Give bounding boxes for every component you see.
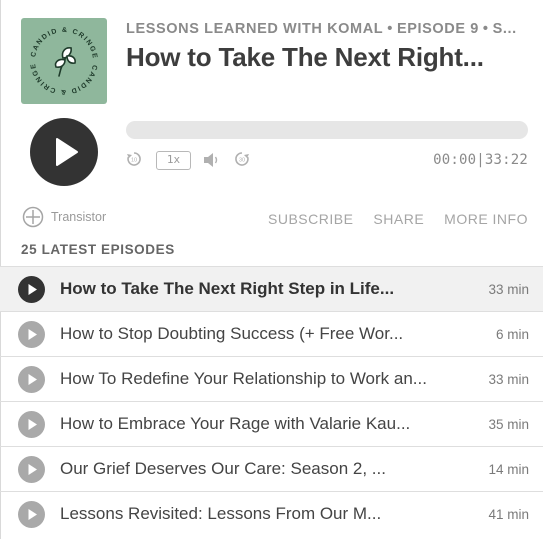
- play-button[interactable]: [30, 118, 98, 186]
- episode-play-button[interactable]: [18, 276, 45, 303]
- episode-title: How to Take The Next Right...: [126, 42, 484, 72]
- show-name: LESSONS LEARNED WITH KOMAL: [126, 21, 384, 37]
- episode-play-button[interactable]: [18, 321, 45, 348]
- episode-number: EPISODE 9: [396, 21, 479, 37]
- episode-row[interactable]: How To Redefine Your Relationship to Wor…: [0, 356, 543, 401]
- episode-title: How to Embrace Your Rage with Valarie Ka…: [60, 414, 411, 433]
- episode-row[interactable]: How to Take The Next Right Step in Life.…: [0, 266, 543, 311]
- podcast-artwork: CANDID & CRINGE CANDID & CRINGE: [21, 18, 107, 104]
- transistor-logo-icon: [22, 206, 44, 228]
- meta-separator: •: [387, 21, 393, 37]
- more-info-link[interactable]: MORE INFO: [444, 211, 528, 227]
- svg-text:10: 10: [131, 158, 137, 164]
- episode-play-button[interactable]: [18, 366, 45, 393]
- episode-duration: 6 min: [495, 327, 529, 342]
- meta-separator-2: •: [482, 21, 489, 37]
- episode-title: How To Redefine Your Relationship to Wor…: [60, 369, 427, 388]
- episode-duration: 33 min: [488, 372, 529, 387]
- svg-text:30: 30: [239, 158, 245, 164]
- transistor-brand[interactable]: Transistor: [22, 206, 106, 228]
- play-icon: [56, 138, 78, 166]
- episode-duration: 14 min: [488, 462, 529, 477]
- svg-text:CANDID & CRINGE: CANDID & CRINGE: [30, 62, 98, 95]
- leaf-icon: [54, 47, 76, 77]
- episode-meta: LESSONS LEARNED WITH KOMAL • EPISODE 9 • S..…: [126, 21, 531, 37]
- episode-title: How to Stop Doubting Success (+ Free Wor…: [60, 324, 404, 343]
- play-icon: [28, 284, 37, 295]
- share-link[interactable]: SHARE: [373, 211, 424, 227]
- play-icon: [28, 374, 37, 385]
- podcast-player: CANDID & CRINGE CANDID & CRINGE LESSONS …: [0, 0, 543, 539]
- forward-30-icon[interactable]: 30: [233, 150, 251, 173]
- subscribe-link[interactable]: SUBSCRIBE: [268, 211, 353, 227]
- time-display: 00:00|33:22: [433, 152, 528, 168]
- episode-duration: 35 min: [488, 417, 529, 432]
- episode-play-button[interactable]: [18, 456, 45, 483]
- episode-play-button[interactable]: [18, 501, 45, 528]
- play-icon: [28, 329, 37, 340]
- episode-row[interactable]: How to Stop Doubting Success (+ Free Wor…: [0, 311, 543, 356]
- episode-duration: 41 min: [488, 507, 529, 522]
- episode-title: Our Grief Deserves Our Care: Season 2, .…: [60, 459, 386, 478]
- play-icon: [28, 509, 37, 520]
- play-icon: [28, 464, 37, 475]
- rewind-10-icon[interactable]: 10: [125, 150, 143, 173]
- episode-title: Lessons Revisited: Lessons From Our M...: [60, 504, 382, 523]
- episode-row[interactable]: Our Grief Deserves Our Care: Season 2, .…: [0, 446, 543, 491]
- play-icon: [28, 419, 37, 430]
- playback-speed-button[interactable]: 1x: [156, 151, 191, 170]
- episode-row[interactable]: How to Embrace Your Rage with Valarie Ka…: [0, 401, 543, 446]
- volume-icon[interactable]: [203, 152, 221, 173]
- episode-row[interactable]: Lessons Revisited: Lessons From Our M...…: [0, 491, 543, 536]
- episode-play-button[interactable]: [18, 411, 45, 438]
- action-links: SUBSCRIBE SHARE MORE INFO: [268, 211, 528, 227]
- episodes-heading: 25 LATEST EPISODES: [21, 242, 175, 257]
- episode-duration: 33 min: [488, 282, 529, 297]
- progress-bar[interactable]: [126, 121, 528, 139]
- brand-label: Transistor: [51, 210, 107, 224]
- episode-title: How to Take The Next Right Step in Life.…: [60, 279, 395, 298]
- artwork-ring-text-2: CANDID & CRINGE: [30, 62, 96, 95]
- episode-list: How to Take The Next Right Step in Life.…: [0, 266, 543, 536]
- meta-suffix: S...: [492, 21, 517, 37]
